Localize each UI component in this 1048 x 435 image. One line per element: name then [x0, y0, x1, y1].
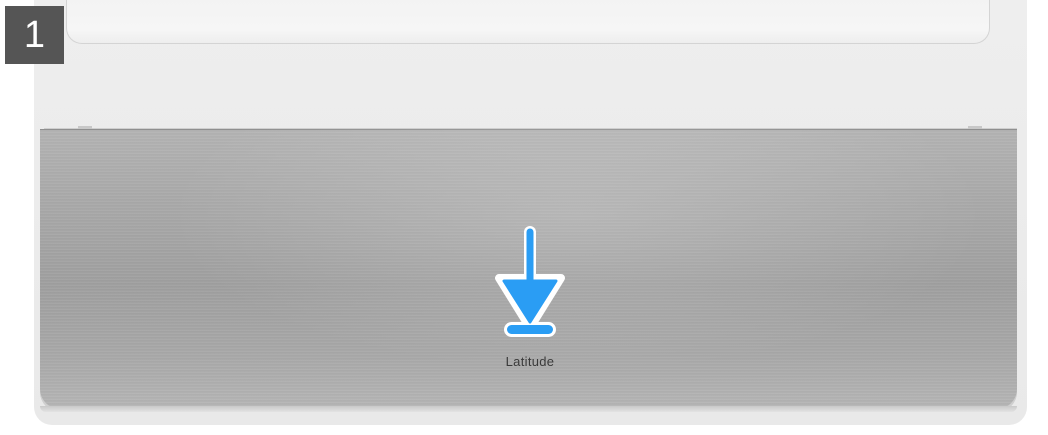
- illustration-scene: 1 Latitude: [0, 0, 1048, 435]
- keyboard-deck-edge: [66, 0, 990, 44]
- laptop-brand-label: Latitude: [505, 354, 555, 369]
- arrow-fill: [502, 228, 558, 334]
- panel-bottom-edge: [40, 406, 1017, 412]
- arrow-down-icon: [495, 226, 565, 337]
- step-number-badge: 1: [5, 6, 64, 64]
